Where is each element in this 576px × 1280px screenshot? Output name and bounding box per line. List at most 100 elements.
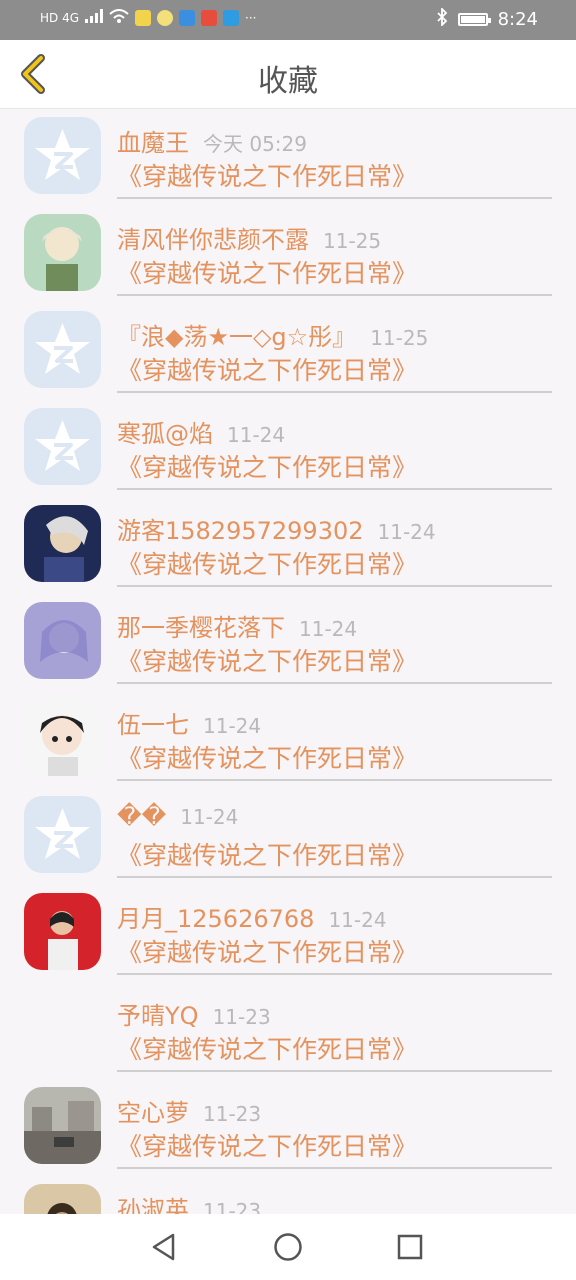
user-name[interactable]: 清风伴你悲颜不露	[117, 226, 309, 254]
user-name[interactable]: 那一季樱花落下	[117, 614, 285, 642]
divider	[117, 197, 552, 199]
more-icon: ···	[245, 10, 257, 25]
avatar[interactable]	[24, 1184, 101, 1214]
divider	[117, 391, 552, 393]
browser-icon	[179, 9, 196, 26]
avatar[interactable]	[24, 602, 101, 679]
list-item[interactable]: �� 11-24 《穿越传说之下作死日常》	[0, 788, 576, 885]
avatar[interactable]	[24, 893, 101, 970]
list-item[interactable]: 寒孤@焰 11-24 《穿越传说之下作死日常》	[0, 400, 576, 497]
list-item[interactable]: 予晴YQ 11-23 《穿越传说之下作死日常》	[0, 982, 576, 1079]
default-avatar-icon[interactable]	[24, 311, 101, 388]
name-line: 清风伴你悲颜不露 11-25	[117, 220, 381, 255]
circle-home-icon	[274, 1233, 302, 1261]
divider	[117, 973, 552, 975]
triangle-back-icon	[152, 1233, 175, 1261]
book-title[interactable]: 《穿越传说之下作死日常》	[117, 1030, 417, 1066]
divider	[117, 585, 552, 587]
name-line: 予晴YQ 11-23	[117, 996, 271, 1031]
list-item[interactable]: 空心萝 11-23 《穿越传说之下作死日常》	[0, 1079, 576, 1176]
user-name[interactable]: ��	[117, 802, 166, 830]
favorites-list: 血魔王 今天 05:29 《穿越传说之下作死日常》 清风伴你悲颜不露 11-25 《穿越传…	[0, 109, 576, 1214]
name-line: 游客1582957299302 11-24	[117, 511, 436, 546]
timestamp: 11-23	[212, 1005, 271, 1029]
timestamp: 11-24	[227, 423, 286, 447]
network-label: HD 4G	[40, 10, 80, 25]
timestamp: 11-24	[328, 908, 387, 932]
timestamp: 11-24	[203, 714, 262, 738]
user-name[interactable]: 月月_125626768	[117, 905, 314, 933]
divider	[117, 682, 552, 684]
default-avatar-icon[interactable]	[24, 117, 101, 194]
status-icons-right: 8:24	[436, 6, 538, 31]
name-line: 伍一七 11-24	[117, 705, 261, 740]
user-name[interactable]: 孙淑英	[117, 1196, 189, 1214]
divider	[117, 1167, 552, 1169]
book-title[interactable]: 《穿越传说之下作死日常》	[117, 1127, 417, 1163]
book-title[interactable]: 《穿越传说之下作死日常》	[117, 254, 417, 290]
timestamp: 11-25	[370, 326, 429, 350]
avatar[interactable]	[24, 505, 101, 582]
timestamp: 11-24	[180, 805, 239, 829]
book-title[interactable]: 《穿越传说之下作死日常》	[117, 836, 417, 872]
square-recents-icon	[397, 1234, 423, 1260]
user-name[interactable]: 伍一七	[117, 711, 189, 739]
book-title[interactable]: 《穿越传说之下作死日常》	[117, 739, 417, 775]
book-title[interactable]: 《穿越传说之下作死日常》	[117, 448, 417, 484]
list-item[interactable]: 游客1582957299302 11-24 《穿越传说之下作死日常》	[0, 497, 576, 594]
bluetooth-icon	[436, 6, 448, 31]
divider	[117, 1070, 552, 1072]
book-title[interactable]: 《穿越传说之下作死日常》	[117, 157, 417, 193]
name-line: 寒孤@焰 11-24	[117, 414, 285, 449]
timestamp: 11-25	[323, 229, 382, 253]
nav-home-button[interactable]	[271, 1230, 305, 1264]
battery-icon	[457, 13, 491, 26]
timestamp: 今天 05:29	[203, 132, 307, 156]
divider	[117, 488, 552, 490]
book-title[interactable]: 《穿越传说之下作死日常》	[117, 545, 417, 581]
list-item[interactable]: 月月_125626768 11-24 《穿越传说之下作死日常》	[0, 885, 576, 982]
list-item[interactable]: 孙淑英11-23《穿越传说之下作死日常》	[0, 1176, 576, 1214]
header: 收藏	[0, 40, 576, 109]
wifi-icon	[109, 9, 129, 26]
book-title[interactable]: 《穿越传说之下作死日常》	[117, 351, 417, 387]
signal-icon	[85, 9, 104, 26]
page-title: 收藏	[258, 64, 318, 99]
user-name[interactable]: 空心萝	[117, 1099, 189, 1127]
app-icon	[135, 9, 152, 26]
avatar[interactable]	[24, 214, 101, 291]
timestamp: 11-24	[299, 617, 358, 641]
avatar[interactable]	[24, 1087, 101, 1164]
user-name[interactable]: 游客1582957299302	[117, 517, 364, 545]
status-bar: HD 4G ··· 8:24	[0, 0, 576, 40]
nav-recents-button[interactable]	[393, 1230, 427, 1264]
user-name[interactable]: 寒孤@焰	[117, 420, 213, 448]
timestamp: 11-24	[377, 520, 436, 544]
name-line: 空心萝 11-23	[117, 1093, 261, 1128]
navigation-bar	[0, 1214, 576, 1280]
name-line: 血魔王 今天 05:29	[117, 123, 307, 158]
default-avatar-icon[interactable]	[24, 408, 101, 485]
list-item[interactable]: 血魔王 今天 05:29 《穿越传说之下作死日常》	[0, 109, 576, 206]
list-item[interactable]: 清风伴你悲颜不露 11-25 《穿越传说之下作死日常》	[0, 206, 576, 303]
book-title[interactable]: 《穿越传说之下作死日常》	[117, 642, 417, 678]
avatar[interactable]	[24, 699, 101, 776]
status-icons-left: HD 4G ···	[40, 9, 256, 26]
name-line: 那一季樱花落下 11-24	[117, 608, 357, 643]
timestamp: 11-23	[203, 1199, 262, 1214]
timestamp: 11-23	[203, 1102, 262, 1126]
user-name[interactable]: 『浪◆荡★一◇g☆彤』	[117, 323, 356, 351]
video-icon	[201, 9, 218, 26]
list-item[interactable]: 『浪◆荡★一◇g☆彤』 11-25 《穿越传说之下作死日常》	[0, 303, 576, 400]
user-name[interactable]: 血魔王	[117, 129, 189, 157]
name-line: 孙淑英 11-23	[117, 1190, 261, 1214]
default-avatar-icon[interactable]	[24, 796, 101, 873]
book-title[interactable]: 《穿越传说之下作死日常》	[117, 933, 417, 969]
divider	[117, 779, 552, 781]
user-name[interactable]: 予晴YQ	[117, 1002, 199, 1030]
name-line: 『浪◆荡★一◇g☆彤』 11-25	[117, 317, 428, 352]
list-item[interactable]: 那一季樱花落下 11-24 《穿越传说之下作死日常》	[0, 594, 576, 691]
nav-back-button[interactable]	[147, 1230, 181, 1264]
list-item[interactable]: 伍一七 11-24 《穿越传说之下作死日常》	[0, 691, 576, 788]
bulb-icon	[157, 9, 174, 26]
